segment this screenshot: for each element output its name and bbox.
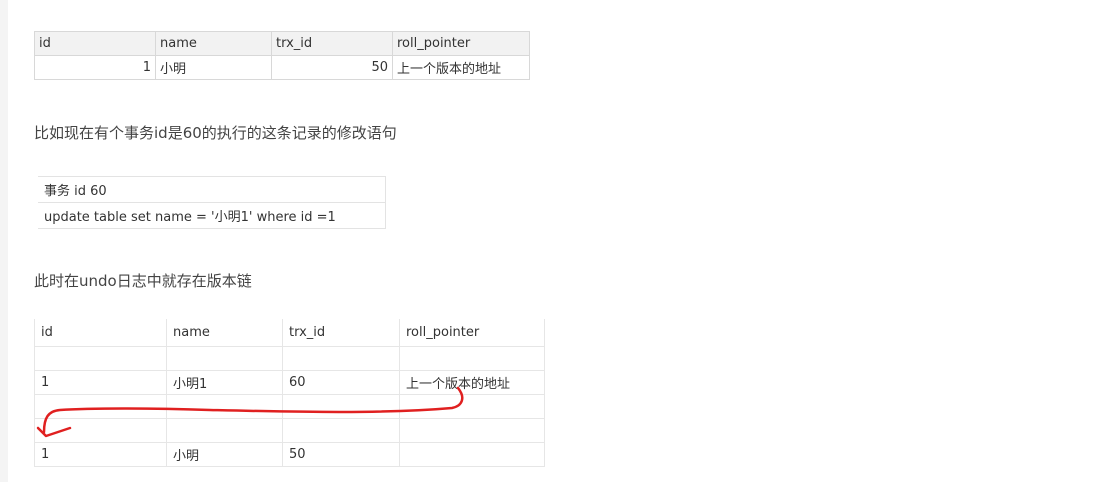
table-row	[34, 346, 545, 371]
sql-statement: update table set name = '小明1' where id =…	[38, 202, 386, 229]
cell	[166, 418, 283, 443]
cell-roll-pointer: 上一个版本的地址	[392, 55, 530, 80]
cell	[34, 346, 167, 371]
header-id: id	[34, 31, 156, 56]
cell-id: 1	[34, 370, 167, 395]
table-row: 1 小明1 60 上一个版本的地址	[34, 370, 545, 395]
table-row	[34, 394, 545, 419]
table-header-row: id name trx_id roll_pointer	[34, 319, 545, 347]
cell-trx-id: 50	[271, 55, 393, 80]
header-trx-id: trx_id	[271, 31, 393, 56]
transaction-label: 事务 id 60	[38, 176, 386, 203]
cell-name: 小明1	[166, 370, 283, 395]
paragraph-version-chain: 此时在undo日志中就存在版本链	[34, 272, 252, 290]
cell	[166, 346, 283, 371]
cell	[34, 394, 167, 419]
cell-name: 小明	[166, 442, 283, 467]
header-id: id	[34, 319, 167, 347]
cell	[282, 346, 400, 371]
cell-trx-id: 60	[282, 370, 400, 395]
cell-id: 1	[34, 55, 156, 80]
header-trx-id: trx_id	[282, 319, 400, 347]
header-roll-pointer: roll_pointer	[399, 319, 545, 347]
document-body: id name trx_id roll_pointer 1 小明 50 上一个版…	[0, 0, 1108, 482]
cell	[282, 394, 400, 419]
cell	[166, 394, 283, 419]
cell-id: 1	[34, 442, 167, 467]
version-chain-table: id name trx_id roll_pointer 1 小明1 60 上一个…	[34, 319, 545, 467]
header-name: name	[155, 31, 272, 56]
cell	[399, 346, 545, 371]
table-header-row: id name trx_id roll_pointer	[34, 31, 530, 56]
table-row: 事务 id 60	[38, 176, 386, 203]
cell	[399, 394, 545, 419]
cell-name: 小明	[155, 55, 272, 80]
table-row: 1 小明 50 上一个版本的地址	[34, 55, 530, 80]
cell-roll-pointer	[399, 442, 545, 467]
table-row: 1 小明 50	[34, 442, 545, 467]
cell-trx-id: 50	[282, 442, 400, 467]
cell	[34, 418, 167, 443]
version-table-original: id name trx_id roll_pointer 1 小明 50 上一个版…	[34, 31, 530, 80]
paragraph-transaction: 比如现在有个事务id是60的执行的这条记录的修改语句	[34, 124, 397, 142]
table-row	[34, 418, 545, 443]
cell	[282, 418, 400, 443]
cell-roll-pointer: 上一个版本的地址	[399, 370, 545, 395]
header-name: name	[166, 319, 283, 347]
table-row: update table set name = '小明1' where id =…	[38, 202, 386, 229]
cell	[399, 418, 545, 443]
update-statement-table: 事务 id 60 update table set name = '小明1' w…	[38, 176, 386, 229]
header-roll-pointer: roll_pointer	[392, 31, 530, 56]
